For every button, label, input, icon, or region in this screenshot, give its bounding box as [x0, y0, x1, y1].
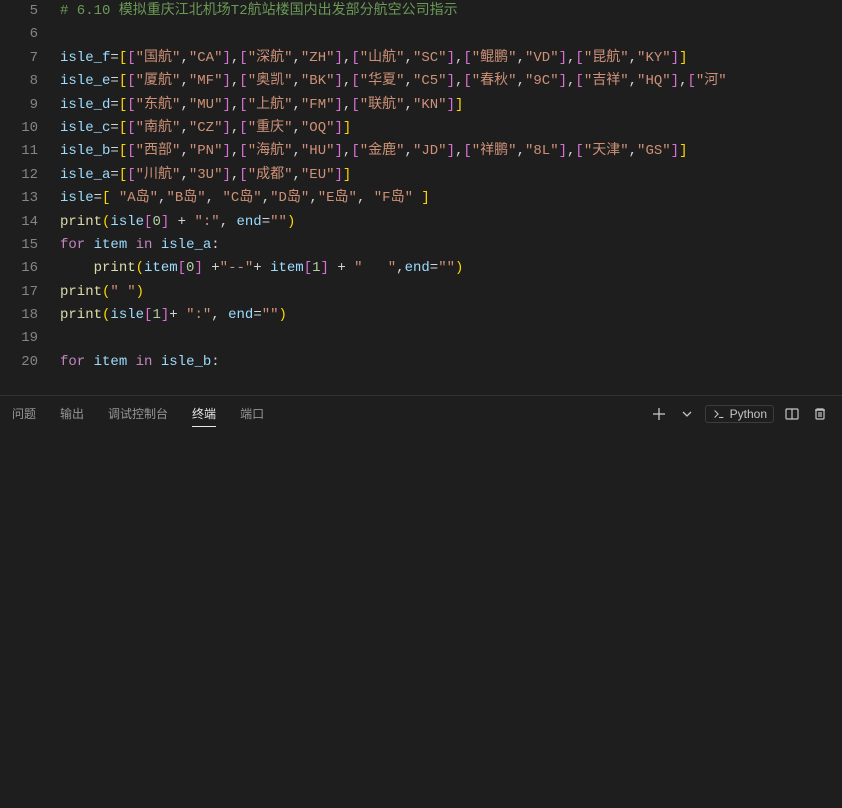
code-line[interactable]: print(" ")	[60, 281, 842, 304]
tab-terminal[interactable]: 终端	[192, 401, 216, 427]
terminal-profile-python[interactable]: Python	[705, 405, 774, 423]
code-line[interactable]: isle=[ "A岛","B岛", "C岛","D岛","E岛", "F岛" ]	[60, 187, 842, 210]
panel-tabs: 问题 输出 调试控制台 终端 端口 Python	[0, 396, 842, 431]
code-line[interactable]: isle_d=[["东航","MU"],["上航","FM"],["联航","K…	[60, 94, 842, 117]
code-line[interactable]: isle_a=[["川航","3U"],["成都","EU"]]	[60, 164, 842, 187]
code-line[interactable]: isle_c=[["南航","CZ"],["重庆","OQ"]]	[60, 117, 842, 140]
code-line[interactable]: isle_f=[["国航","CA"],["深航","ZH"],["山航","S…	[60, 47, 842, 70]
line-gutter: 567891011121314151617181920	[0, 0, 56, 395]
code-line[interactable]: # 6.10 模拟重庆江北机场T2航站楼国内出发部分航空公司指示	[60, 0, 842, 23]
terminal-profile-label: Python	[730, 407, 767, 421]
tab-problems[interactable]: 问题	[12, 401, 36, 426]
code-line[interactable]	[60, 327, 842, 350]
code-area[interactable]: # 6.10 模拟重庆江北机场T2航站楼国内出发部分航空公司指示 isle_f=[…	[56, 0, 842, 395]
new-terminal-icon[interactable]	[649, 404, 669, 424]
code-line[interactable]: for item in isle_a:	[60, 234, 842, 257]
code-line[interactable]: isle_b=[["西部","PN"],["海航","HU"],["金鹿","J…	[60, 140, 842, 163]
code-line[interactable]: isle_e=[["厦航","MF"],["奥凯","BK"],["华夏","C…	[60, 70, 842, 93]
code-editor[interactable]: 567891011121314151617181920 # 6.10 模拟重庆江…	[0, 0, 842, 395]
tab-output[interactable]: 输出	[60, 401, 84, 426]
code-line[interactable]: print(isle[1]+ ":", end="")	[60, 304, 842, 327]
split-terminal-icon[interactable]	[782, 404, 802, 424]
code-line[interactable]: print(isle[0] + ":", end="")	[60, 211, 842, 234]
trash-icon[interactable]	[810, 404, 830, 424]
tab-ports[interactable]: 端口	[240, 401, 264, 426]
tab-debug[interactable]: 调试控制台	[108, 401, 168, 426]
terminal-body[interactable]	[0, 431, 842, 801]
code-line[interactable]: print(item[0] +"--"+ item[1] + " ",end="…	[60, 257, 842, 280]
code-line[interactable]	[60, 23, 842, 46]
code-line[interactable]: for item in isle_b:	[60, 351, 842, 374]
bottom-panel: 问题 输出 调试控制台 终端 端口 Python	[0, 395, 842, 808]
chevron-down-icon[interactable]	[677, 404, 697, 424]
